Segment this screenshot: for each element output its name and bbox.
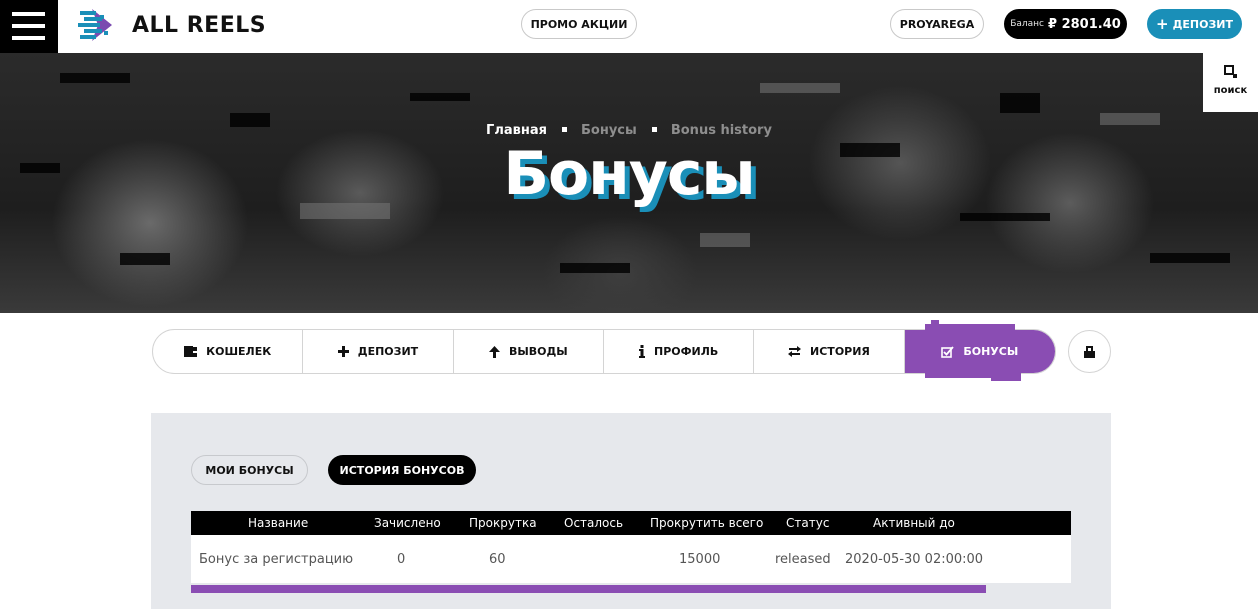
swap-arrows-icon [788, 346, 802, 357]
column-header: Прокрутить всего [650, 516, 764, 530]
top-header: ALL REELS ПРОМО АКЦИИ PROYAREGA Баланс ₽… [0, 0, 1258, 53]
tab-withdrawals[interactable]: ВЫВОДЫ [454, 330, 604, 373]
tab-label: ПРОФИЛЬ [654, 345, 719, 358]
wallet-icon [184, 346, 198, 357]
deposit-button[interactable]: + ДЕПОЗИТ [1147, 9, 1242, 39]
lock-icon [1084, 345, 1095, 358]
table-header: Название Зачислено Прокрутка Осталось Пр… [191, 511, 1071, 535]
search-icon [1223, 65, 1237, 78]
column-header: Статус [786, 516, 830, 530]
tab-label: КОШЕЛЕК [206, 345, 272, 358]
column-header: Прокрутка [469, 516, 537, 530]
column-header: Активный до [873, 516, 955, 530]
username-button[interactable]: PROYAREGA [890, 9, 984, 39]
breadcrumb: Главная Бонусы Bonus history [0, 123, 1258, 138]
account-tabs: КОШЕЛЕК ДЕПОЗИТ ВЫВОДЫ ПРОФИЛЬ ИСТОРИЯ Б… [152, 320, 1056, 381]
site-logo[interactable]: ALL REELS [78, 4, 266, 46]
breadcrumb-separator [652, 127, 658, 132]
cell-status: released [775, 552, 831, 567]
checkbox-icon [941, 345, 955, 358]
breadcrumb-separator [562, 127, 568, 132]
hero-banner: Главная Бонусы Bonus history Бонусы [0, 53, 1258, 313]
my-bonuses-tab[interactable]: МОИ БОНУСЫ [191, 455, 308, 485]
breadcrumb-home[interactable]: Главная [486, 123, 547, 138]
tab-profile[interactable]: ПРОФИЛЬ [604, 330, 755, 373]
tab-deposit[interactable]: ДЕПОЗИТ [303, 330, 454, 373]
cell-wagered: 60 [489, 552, 506, 567]
bonus-panel: МОИ БОНУСЫ ИСТОРИЯ БОНУСОВ Название Зачи… [151, 413, 1111, 609]
bonus-history-table: Название Зачислено Прокрутка Осталось Пр… [191, 511, 1071, 583]
tab-label: ДЕПОЗИТ [357, 345, 419, 358]
breadcrumb-current: Bonus history [670, 123, 772, 138]
info-icon [639, 345, 646, 358]
tab-label: ИСТОРИЯ [810, 345, 870, 358]
plus-icon [337, 346, 349, 357]
balance-label: Баланс [1010, 19, 1044, 29]
tab-bonuses[interactable]: БОНУСЫ [904, 320, 1055, 381]
breadcrumb-bonuses[interactable]: Бонусы [581, 123, 637, 138]
logo-mark-icon [78, 9, 112, 41]
cell-credited: 0 [397, 552, 406, 567]
arrow-up-icon [488, 345, 500, 358]
cell-total-wager: 15000 [679, 552, 721, 567]
column-header: Название [248, 516, 309, 530]
bonus-history-tab[interactable]: ИСТОРИЯ БОНУСОВ [328, 455, 476, 485]
plus-icon: + [1156, 14, 1169, 33]
search-label: поиск [1213, 85, 1248, 96]
wager-progress-bar [191, 585, 986, 593]
balance-badge[interactable]: Баланс ₽ 2801.40 [1004, 9, 1127, 39]
search-button[interactable]: поиск [1203, 53, 1258, 112]
logo-text: ALL REELS [132, 12, 267, 38]
deposit-button-label: ДЕПОЗИТ [1172, 17, 1233, 31]
tab-history[interactable]: ИСТОРИЯ [754, 330, 905, 373]
cell-name: Бонус за регистрацию [199, 552, 354, 567]
tab-wallet[interactable]: КОШЕЛЕК [153, 330, 304, 373]
cell-active-until: 2020-05-30 02:00:00 [845, 552, 984, 567]
column-header: Осталось [564, 516, 624, 530]
hamburger-menu-icon[interactable] [0, 0, 58, 53]
tab-label: ВЫВОДЫ [508, 345, 568, 358]
balance-value: ₽ 2801.40 [1048, 16, 1121, 32]
logout-lock-button[interactable] [1068, 330, 1111, 373]
promo-button[interactable]: ПРОМО АКЦИИ [521, 9, 637, 39]
page-title: Бонусы [503, 139, 755, 209]
column-header: Зачислено [374, 516, 441, 530]
table-row: Бонус за регистрацию 0 60 15000 released… [191, 535, 1071, 583]
tab-label: БОНУСЫ [963, 345, 1019, 358]
